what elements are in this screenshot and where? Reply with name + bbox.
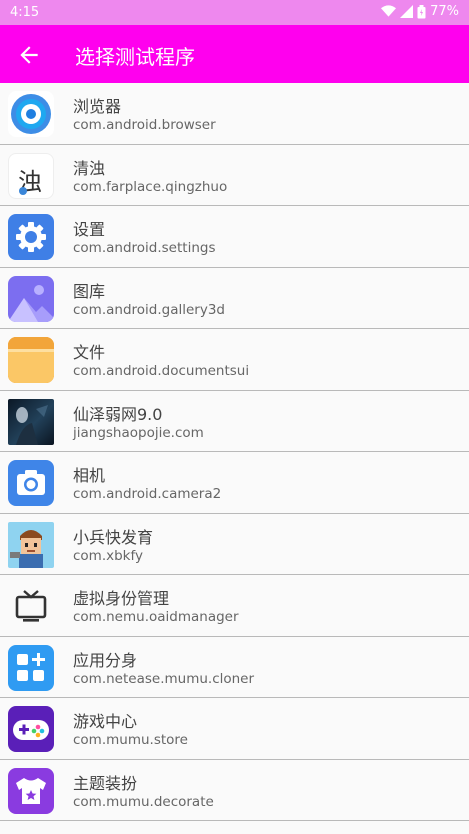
camera-icon xyxy=(8,460,54,506)
battery-percent: 77% xyxy=(430,4,459,19)
folder-icon xyxy=(8,337,54,383)
app-package: com.netease.mumu.cloner xyxy=(73,670,255,687)
app-name: 图库 xyxy=(73,281,106,301)
cloner-icon xyxy=(8,644,54,691)
app-name: 主题装扮 xyxy=(73,773,138,793)
list-item[interactable]: 设置 com.android.settings xyxy=(0,206,469,268)
app-name: 设置 xyxy=(73,220,106,239)
list-item[interactable]: 虚拟身份管理 com.nemu.oaidmanager xyxy=(0,575,469,637)
app-name: 清浊 xyxy=(73,158,106,178)
battery-icon xyxy=(417,4,426,18)
gallery-icon xyxy=(8,275,54,322)
settings-gear-icon xyxy=(8,214,54,260)
list-item[interactable]: 游戏中心 com.mumu.store xyxy=(0,698,469,760)
tv-icon xyxy=(8,583,54,629)
tshirt-icon xyxy=(8,767,54,814)
app-package: com.android.settings xyxy=(73,240,216,256)
app-name: 文件 xyxy=(73,343,106,362)
gamepad-icon xyxy=(8,706,54,752)
app-package: com.farplace.qingzhuo xyxy=(73,178,228,195)
app-package: com.xbkfy xyxy=(73,547,144,564)
app-name: 仙泽弱网9.0 xyxy=(73,404,163,424)
list-item[interactable]: 浏览器 com.android.browser xyxy=(0,83,469,145)
list-item[interactable]: 应用分身 com.netease.mumu.cloner xyxy=(0,636,469,698)
signal-icon xyxy=(400,5,414,18)
qingzhuo-icon: 浊 xyxy=(8,152,54,199)
list-item[interactable]: 浊 清浊 com.farplace.qingzhuo xyxy=(0,144,469,206)
page-title: 选择测试程序 xyxy=(75,45,195,69)
status-bar: 4:15 77% xyxy=(0,0,469,25)
app-name: 应用分身 xyxy=(73,650,138,670)
app-list: 浏览器 com.android.browser 浊 清浊 com.farplac… xyxy=(0,83,469,821)
list-item[interactable]: 小兵快发育 com.xbkfy xyxy=(0,513,469,575)
app-package: com.android.browser xyxy=(73,117,216,133)
app-package: com.android.camera2 xyxy=(73,486,222,502)
wifi-icon xyxy=(381,5,397,17)
app-package: com.android.documentsui xyxy=(73,363,250,379)
list-item[interactable]: 相机 com.android.camera2 xyxy=(0,452,469,514)
soldier-icon xyxy=(8,521,54,568)
status-icons: 77% xyxy=(381,4,459,19)
back-arrow-icon[interactable] xyxy=(16,42,42,68)
list-item[interactable]: 图库 com.android.gallery3d xyxy=(0,267,469,329)
app-name: 小兵快发育 xyxy=(73,527,154,547)
browser-icon xyxy=(8,91,54,137)
status-time: 4:15 xyxy=(10,5,40,20)
app-name: 相机 xyxy=(73,466,106,485)
app-name: 虚拟身份管理 xyxy=(73,589,170,608)
app-name: 游戏中心 xyxy=(73,712,138,731)
list-item[interactable]: 主题装扮 com.mumu.decorate xyxy=(0,759,469,821)
app-package: jiangshaopojie.com xyxy=(73,424,204,441)
xianze-icon xyxy=(8,398,54,445)
app-bar: 选择测试程序 xyxy=(0,25,469,83)
app-package: com.nemu.oaidmanager xyxy=(73,609,239,625)
app-package: com.android.gallery3d xyxy=(73,301,225,318)
app-package: com.mumu.decorate xyxy=(73,793,214,810)
app-name: 浏览器 xyxy=(73,97,122,116)
list-item[interactable]: 仙泽弱网9.0 jiangshaopojie.com xyxy=(0,390,469,452)
list-item[interactable]: 文件 com.android.documentsui xyxy=(0,329,469,391)
app-package: com.mumu.store xyxy=(73,732,188,748)
